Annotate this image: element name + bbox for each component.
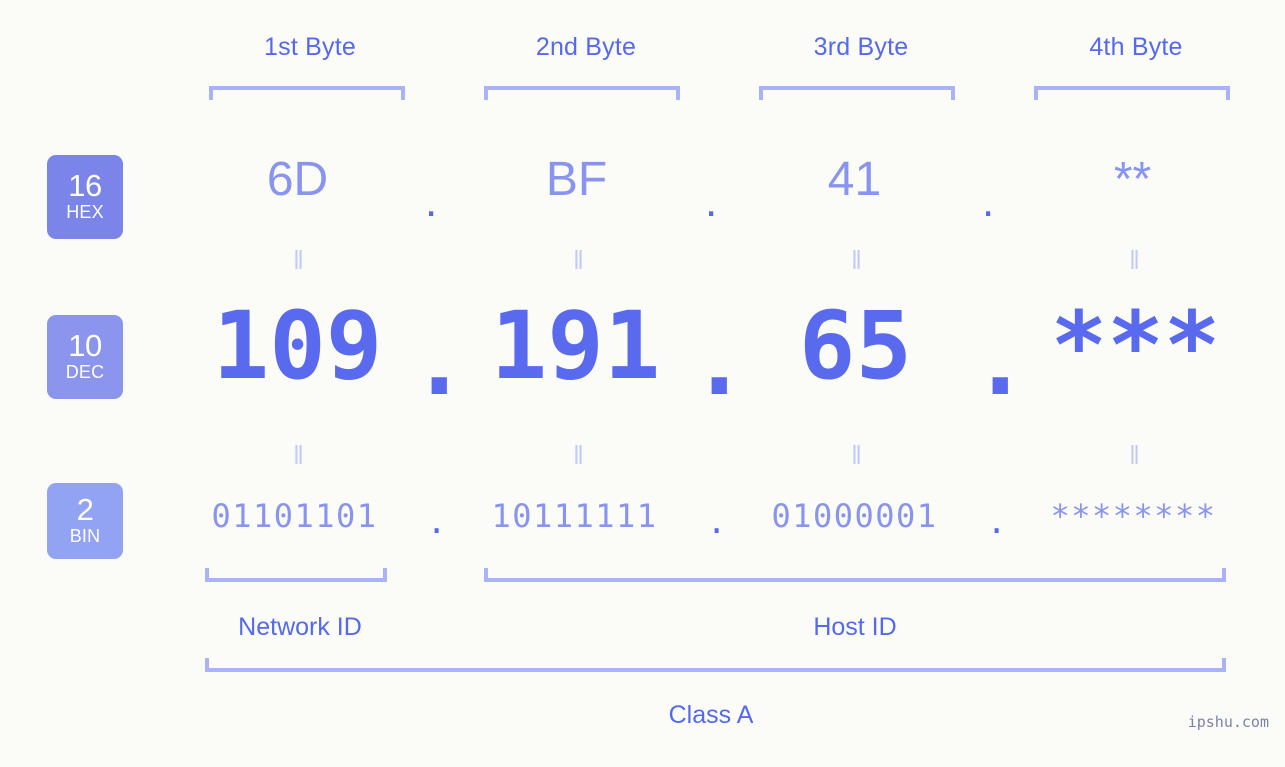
dec-byte-4: *** <box>1050 292 1221 401</box>
dec-separator-2: . <box>691 308 748 417</box>
equals-marker-dec-bin-4: ‖ <box>1129 440 1141 470</box>
equals-marker-dec-bin-2: ‖ <box>573 440 585 470</box>
equals-marker-hex-dec-2: ‖ <box>573 245 585 275</box>
byte-heading-4: 4th Byte <box>1089 33 1183 61</box>
hex-byte-4: ** <box>1113 153 1152 206</box>
equals-marker-dec-bin-1: ‖ <box>293 440 305 470</box>
base-badge-hex: 16 HEX <box>47 155 123 239</box>
bin-separator-3: . <box>987 503 1007 541</box>
ip-byte-breakdown-diagram: 1st Byte 2nd Byte 3rd Byte 4th Byte 16 H… <box>0 0 1285 767</box>
host-id-label: Host ID <box>813 613 897 641</box>
base-badge-dec: 10 DEC <box>47 315 123 399</box>
class-bracket <box>205 658 1226 672</box>
byte-heading-1: 1st Byte <box>264 33 356 61</box>
equals-marker-dec-bin-3: ‖ <box>851 440 863 470</box>
network-id-bracket <box>205 568 387 582</box>
equals-marker-hex-dec-4: ‖ <box>1129 245 1141 275</box>
byte-bracket-3 <box>759 86 955 100</box>
bin-byte-4: ******** <box>1050 497 1217 535</box>
bin-separator-1: . <box>427 503 447 541</box>
byte-bracket-1 <box>209 86 405 100</box>
dec-byte-2: 191 <box>490 292 661 401</box>
dec-separator-1: . <box>411 308 468 417</box>
hex-separator-1: . <box>425 177 438 226</box>
base-badge-bin: 2 BIN <box>47 483 123 559</box>
equals-marker-hex-dec-1: ‖ <box>293 245 305 275</box>
byte-bracket-4 <box>1034 86 1230 100</box>
hex-byte-3: 41 <box>827 153 882 206</box>
dec-separator-3: . <box>972 308 1029 417</box>
byte-heading-3: 3rd Byte <box>813 33 909 61</box>
base-badge-hex-number: 16 <box>68 167 102 203</box>
base-badge-dec-number: 10 <box>68 327 102 363</box>
host-id-bracket <box>484 568 1226 582</box>
bin-byte-2: 10111111 <box>491 497 658 535</box>
site-watermark: ipshu.com <box>1187 713 1269 731</box>
equals-marker-hex-dec-3: ‖ <box>851 245 863 275</box>
hex-separator-3: . <box>982 177 995 226</box>
bin-byte-1: 01101101 <box>211 497 378 535</box>
class-label: Class A <box>668 701 754 729</box>
hex-byte-1: 6D <box>266 153 329 206</box>
hex-separator-2: . <box>705 177 718 226</box>
base-badge-hex-label: HEX <box>66 202 104 223</box>
byte-bracket-2 <box>484 86 680 100</box>
hex-byte-2: BF <box>545 153 608 206</box>
base-badge-bin-number: 2 <box>76 491 94 527</box>
bin-separator-2: . <box>707 503 727 541</box>
dec-byte-1: 109 <box>212 292 383 401</box>
dec-byte-3: 65 <box>798 292 913 401</box>
base-badge-bin-label: BIN <box>69 526 101 547</box>
base-badge-dec-label: DEC <box>65 362 105 383</box>
bin-byte-3: 01000001 <box>771 497 938 535</box>
byte-heading-2: 2nd Byte <box>535 33 637 61</box>
network-id-label: Network ID <box>238 613 362 641</box>
